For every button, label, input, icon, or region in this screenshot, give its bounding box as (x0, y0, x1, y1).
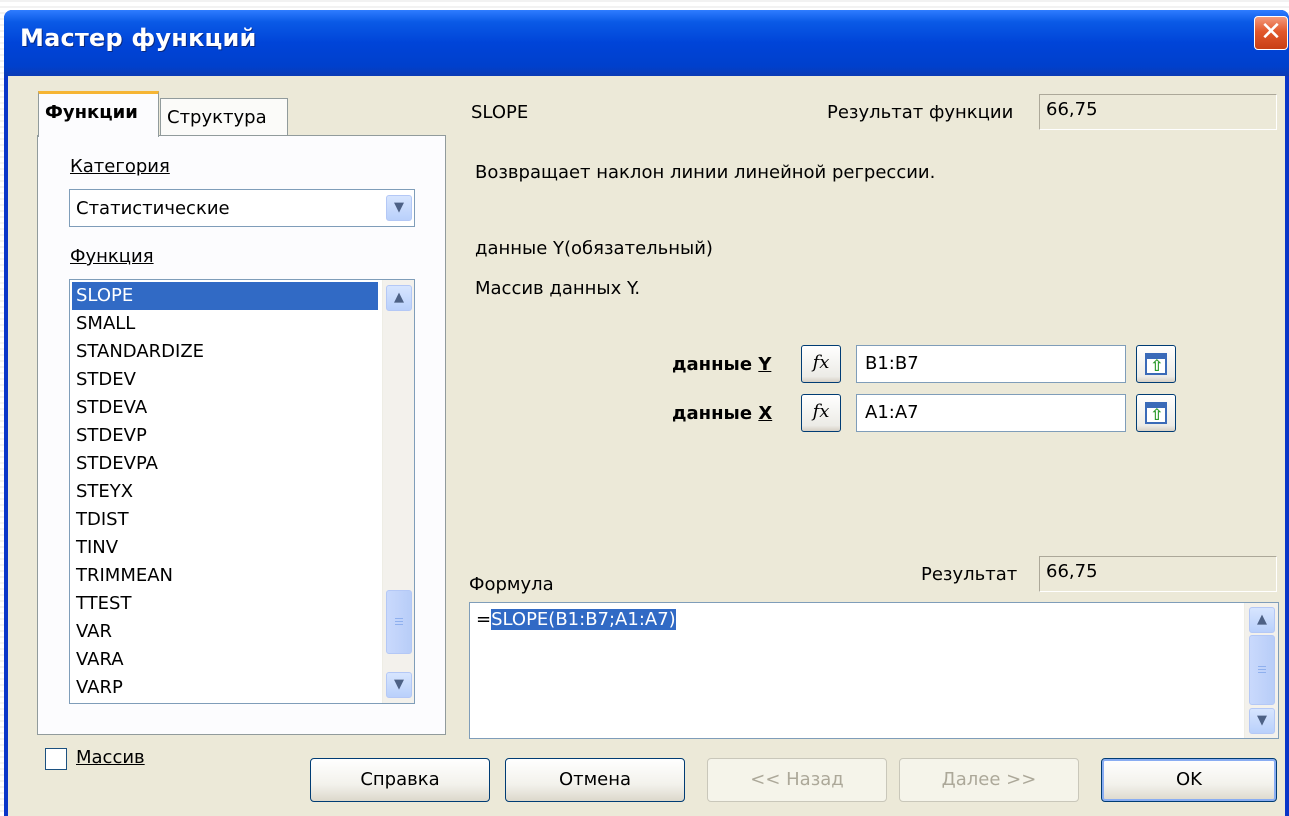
fx-icon: fx (812, 352, 830, 373)
list-item[interactable]: STDEVPA (72, 450, 378, 478)
list-item[interactable]: STDEVP (72, 422, 378, 450)
shrink-y-button[interactable] (1136, 345, 1176, 383)
chevron-down-icon[interactable]: ▼ (386, 672, 412, 698)
function-wizard-x-button[interactable]: fx (801, 394, 841, 432)
ok-button[interactable]: OK (1101, 758, 1277, 802)
list-item[interactable]: STDEVA (72, 394, 378, 422)
formula-result-value: 66,75 (1039, 556, 1277, 592)
argument-x-label: данные X (672, 403, 772, 424)
array-checkbox-label[interactable]: Массив (76, 747, 145, 768)
formula-selected-text: SLOPE(B1:B7;A1:A7) (491, 609, 676, 630)
function-result-label: Результат функции (827, 102, 1014, 123)
argument-x-label-key: X (758, 403, 773, 424)
close-button[interactable]: ✕ (1254, 16, 1288, 50)
tab-structure[interactable]: Структура (160, 98, 288, 136)
function-list[interactable]: SLOPE SMALL STANDARDIZE STDEV STDEVA STD… (69, 279, 415, 704)
scrollbar-thumb[interactable] (386, 590, 412, 654)
window-title: Мастер функций (20, 24, 257, 52)
list-item[interactable]: VARA (72, 646, 378, 674)
formula-label: Формула (469, 574, 554, 595)
function-description: Возвращает наклон линии линейной регресс… (475, 162, 936, 183)
list-item[interactable]: STANDARDIZE (72, 338, 378, 366)
back-button[interactable]: << Назад (707, 758, 887, 802)
function-name: SLOPE (471, 102, 529, 123)
argument-x-label-prefix: данные (672, 403, 759, 424)
list-item[interactable]: SMALL (72, 310, 378, 338)
title-bar[interactable]: Мастер функций ✕ (4, 10, 1289, 76)
formula-prefix: = (476, 609, 492, 630)
formula-editor[interactable]: =SLOPE(B1:B7;A1:A7) ▲ ▼ (469, 602, 1279, 739)
argument-title: данные Y(обязательный) (475, 238, 713, 259)
function-wizard-dialog: Мастер функций ✕ Функции Структура Катег… (4, 10, 1289, 816)
argument-y-label-key: Y (758, 354, 772, 375)
list-item[interactable]: TTEST (72, 590, 378, 618)
shrink-dialog-icon (1145, 402, 1167, 424)
argument-x-input[interactable]: A1:A7 (856, 394, 1126, 432)
shrink-x-button[interactable] (1136, 394, 1176, 432)
function-list-label-text: Функция (70, 246, 154, 267)
function-wizard-y-button[interactable]: fx (801, 345, 841, 383)
array-checkbox[interactable] (45, 748, 67, 770)
function-list-label: Функция (70, 246, 154, 267)
argument-y-input[interactable]: B1:B7 (856, 345, 1126, 383)
tab-functions-label: Функции (45, 102, 138, 123)
chevron-down-icon[interactable]: ▼ (386, 195, 412, 221)
list-item[interactable]: TINV (72, 534, 378, 562)
chevron-down-icon[interactable]: ▼ (1249, 708, 1275, 734)
list-item[interactable]: TRIMMEAN (72, 562, 378, 590)
shrink-dialog-icon (1145, 353, 1167, 375)
category-select[interactable]: Статистические ▼ (69, 189, 415, 227)
argument-y-label-prefix: данные (672, 354, 759, 375)
fx-icon: fx (812, 401, 830, 422)
function-list-scrollbar[interactable]: ▲ ▼ (382, 280, 414, 703)
formula-result-label: Результат (921, 564, 1018, 585)
close-icon: ✕ (1260, 17, 1282, 47)
dialog-body: Функции Структура Категория Статистическ… (8, 76, 1285, 816)
category-label: Категория (70, 156, 170, 177)
category-select-value: Статистические (76, 198, 230, 219)
formula-scrollbar[interactable]: ▲ ▼ (1244, 603, 1278, 738)
category-label-text: Категория (70, 156, 170, 177)
help-button[interactable]: Справка (310, 758, 490, 802)
list-item[interactable]: STDEV (72, 366, 378, 394)
tab-functions[interactable]: Функции (38, 91, 159, 137)
list-item[interactable]: VARP (72, 674, 378, 702)
chevron-up-icon[interactable]: ▲ (1249, 607, 1275, 633)
argument-y-label: данные Y (672, 354, 771, 375)
list-item[interactable]: STEYX (72, 478, 378, 506)
tab-structure-label: Структура (167, 107, 267, 128)
chevron-up-icon[interactable]: ▲ (386, 285, 412, 311)
list-item[interactable]: VAR (72, 618, 378, 646)
scrollbar-thumb[interactable] (1249, 635, 1275, 705)
function-result-value: 66,75 (1039, 94, 1277, 130)
cancel-button[interactable]: Отмена (505, 758, 685, 802)
array-checkbox-label-text: Массив (76, 747, 145, 768)
next-button[interactable]: Далее >> (899, 758, 1079, 802)
list-item[interactable]: SLOPE (72, 282, 378, 310)
formula-text: =SLOPE(B1:B7;A1:A7) (476, 609, 676, 630)
list-item[interactable]: TDIST (72, 506, 378, 534)
argument-description: Массив данных Y. (475, 278, 641, 299)
